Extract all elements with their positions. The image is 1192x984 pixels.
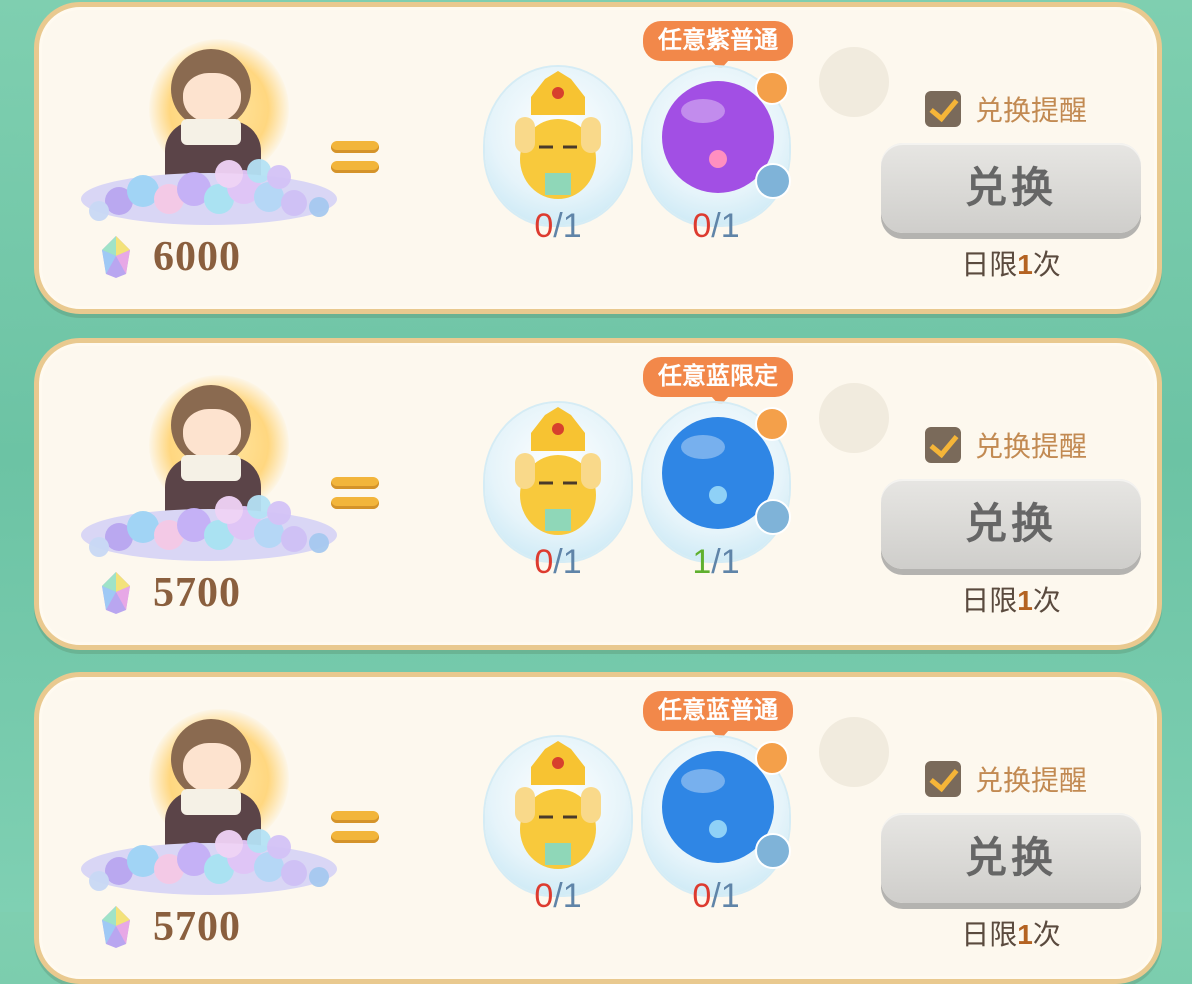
- equals-icon: [331, 807, 379, 847]
- daily-limit: 日限1次: [961, 585, 1061, 616]
- remind-toggle[interactable]: 兑换提醒: [925, 89, 1087, 129]
- crown-character-icon: [515, 741, 601, 869]
- exchange-card: 6000 任意紫普通 0/1 0/1 兑换提醒 兑换 日限1次: [34, 2, 1162, 314]
- item-count: 0/1: [692, 207, 740, 245]
- equals-icon: [331, 473, 379, 513]
- remind-label: 兑换提醒: [975, 765, 1088, 796]
- paw-decoration: [819, 47, 889, 117]
- crown-character-icon: [515, 407, 601, 535]
- item-count: 1/1: [692, 543, 740, 581]
- checkbox-checked-icon[interactable]: [925, 91, 961, 127]
- crown-item-slot[interactable]: 0/1: [485, 403, 631, 591]
- magnifier-icon[interactable]: [755, 163, 791, 199]
- cost-value: 6000: [153, 234, 241, 280]
- crown-item-slot[interactable]: 0/1: [485, 67, 631, 255]
- cost-value: 5700: [153, 904, 241, 950]
- paw-decoration: [819, 717, 889, 787]
- item-count: 0/1: [534, 877, 582, 915]
- item-count: 0/1: [534, 543, 582, 581]
- hot-badge-icon: [755, 71, 789, 105]
- checkbox-checked-icon[interactable]: [925, 761, 961, 797]
- magnifier-icon[interactable]: [755, 833, 791, 869]
- exchange-card: 5700 任意蓝普通 0/1 0/1 兑换提醒 兑换 日限1次: [34, 672, 1162, 984]
- remind-toggle[interactable]: 兑换提醒: [925, 425, 1087, 465]
- cost-value: 5700: [153, 570, 241, 616]
- daily-limit: 日限1次: [961, 249, 1061, 280]
- remind-toggle[interactable]: 兑换提醒: [925, 759, 1087, 799]
- exchange-button[interactable]: 兑换: [881, 479, 1141, 569]
- cost-display: 6000: [99, 229, 241, 285]
- cost-display: 5700: [99, 899, 241, 955]
- item-count: 0/1: [534, 207, 582, 245]
- orb-item-slot[interactable]: 0/1: [643, 67, 791, 255]
- gem-pile-icon: [81, 495, 337, 561]
- rainbow-gem-icon: [102, 236, 130, 278]
- exchange-button[interactable]: 兑换: [881, 813, 1141, 903]
- crown-character-icon: [515, 71, 601, 199]
- rainbow-gem-icon: [102, 572, 130, 614]
- remind-label: 兑换提醒: [975, 95, 1088, 126]
- orb-item-slot[interactable]: 1/1: [643, 403, 791, 591]
- daily-limit: 日限1次: [961, 919, 1061, 950]
- equals-icon: [331, 137, 379, 177]
- hero-with-gems-image: [79, 365, 339, 565]
- requirement-tag: 任意蓝限定: [643, 357, 793, 406]
- rainbow-gem-icon: [102, 906, 130, 948]
- hero-with-gems-image: [79, 29, 339, 229]
- magnifier-icon[interactable]: [755, 499, 791, 535]
- orb-item-slot[interactable]: 0/1: [643, 737, 791, 925]
- requirement-tag: 任意蓝普通: [643, 691, 793, 740]
- item-count: 0/1: [692, 877, 740, 915]
- gem-pile-icon: [81, 159, 337, 225]
- gem-pile-icon: [81, 829, 337, 895]
- paw-decoration: [819, 383, 889, 453]
- requirement-tag: 任意紫普通: [643, 21, 793, 70]
- checkbox-checked-icon[interactable]: [925, 427, 961, 463]
- hero-with-gems-image: [79, 699, 339, 899]
- crown-item-slot[interactable]: 0/1: [485, 737, 631, 925]
- remind-label: 兑换提醒: [975, 431, 1088, 462]
- hot-badge-icon: [755, 741, 789, 775]
- cost-display: 5700: [99, 565, 241, 621]
- exchange-button[interactable]: 兑换: [881, 143, 1141, 233]
- hot-badge-icon: [755, 407, 789, 441]
- exchange-card: 5700 任意蓝限定 0/1 1/1 兑换提醒 兑换 日限1次: [34, 338, 1162, 650]
